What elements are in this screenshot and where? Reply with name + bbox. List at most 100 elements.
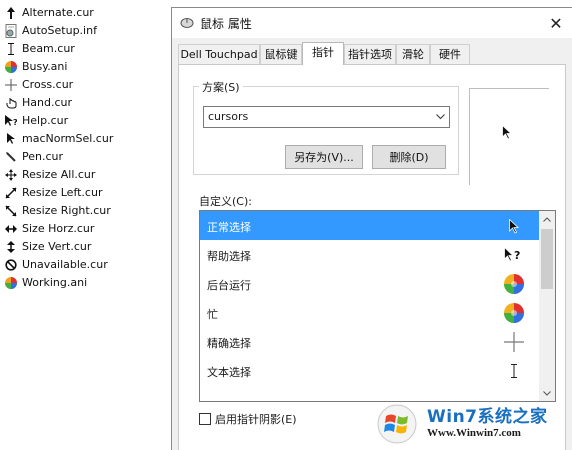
list-item-label: 后台运行 <box>207 279 251 292</box>
file-name: Cross.cur <box>22 78 74 91</box>
busy-wheel-icon <box>4 59 18 75</box>
file-item[interactable]: macNormSel.cur <box>0 130 170 148</box>
list-item[interactable]: 精确选择 <box>200 327 540 356</box>
chevron-down-icon[interactable] <box>431 107 449 127</box>
file-name: Size Vert.cur <box>22 240 92 253</box>
resize-diagonal-icon <box>4 185 18 201</box>
file-item[interactable]: Size Horz.cur <box>0 220 170 238</box>
scheme-label: 方案(S) <box>199 79 243 95</box>
scroll-thumb[interactable] <box>541 229 553 289</box>
file-item[interactable]: Working.ani <box>0 274 170 292</box>
mouse-icon <box>180 17 194 29</box>
file-item[interactable]: Pen.cur <box>0 148 170 166</box>
svg-text:?: ? <box>514 249 520 262</box>
save-as-button[interactable]: 另存为(V)... <box>285 145 363 169</box>
unavailable-icon <box>4 257 18 273</box>
move-icon <box>4 167 18 183</box>
list-scrollbar[interactable] <box>539 211 555 401</box>
list-item[interactable]: 正常选择 <box>200 211 540 240</box>
pointer-shadow-label: 启用指针阴影(E) <box>215 413 297 426</box>
file-name: Size Horz.cur <box>22 222 95 235</box>
crosshair-icon <box>502 330 526 354</box>
list-item-label: 忙 <box>207 308 218 321</box>
list-item[interactable]: 文本选择 <box>200 356 540 385</box>
file-name: Hand.cur <box>22 96 73 109</box>
svg-text:?: ? <box>13 118 17 127</box>
file-name: AutoSetup.inf <box>22 24 97 37</box>
file-name: Resize All.cur <box>22 168 96 181</box>
tab-pointer-options[interactable]: 指针选项 <box>344 44 396 64</box>
watermark-url: Www.Winwin7.com <box>427 427 521 439</box>
crosshair-icon <box>4 77 18 93</box>
close-button[interactable]: ✕ <box>544 11 568 35</box>
tab-bar: Dell Touchpad 鼠标键 指针 指针选项 滑轮 硬件 <box>178 42 568 65</box>
tab-wheel[interactable]: 滑轮 <box>396 44 430 64</box>
tab-hardware[interactable]: 硬件 <box>430 44 470 64</box>
list-item-label: 精确选择 <box>207 337 251 350</box>
file-name: Busy.ani <box>22 60 68 73</box>
file-item[interactable]: Resize Right.cur <box>0 202 170 220</box>
file-item[interactable]: Resize All.cur <box>0 166 170 184</box>
file-item[interactable]: AutoSetup.inf <box>0 22 170 40</box>
delete-button[interactable]: 删除(D) <box>372 145 446 169</box>
cursor-preview <box>469 88 549 185</box>
resize-horizontal-icon <box>4 221 18 237</box>
list-item-label: 文本选择 <box>207 366 251 379</box>
file-name: Alternate.cur <box>22 6 94 19</box>
title-bar[interactable]: 鼠标 属性 ✕ <box>172 8 572 38</box>
arrow-pointer-icon <box>502 124 513 143</box>
list-item[interactable]: 后台运行 <box>200 269 540 298</box>
checkbox-box[interactable] <box>199 413 211 425</box>
file-item[interactable]: Resize Left.cur <box>0 184 170 202</box>
file-name: Resize Right.cur <box>22 204 111 217</box>
list-item-label: 正常选择 <box>207 221 251 234</box>
arrow-pointer-icon <box>502 214 526 238</box>
pointers-panel: 方案(S) cursors 另存为(V)... 删除(D) 自定义(C): 正常… <box>178 64 566 450</box>
file-name: Beam.cur <box>22 42 75 55</box>
file-item[interactable]: Cross.cur <box>0 76 170 94</box>
file-item[interactable]: Size Vert.cur <box>0 238 170 256</box>
file-name: Unavailable.cur <box>22 258 108 271</box>
cursor-listbox[interactable]: 正常选择 帮助选择 ? 后台运行 忙 精确选择 文本选择 <box>199 210 556 402</box>
scroll-down-icon[interactable] <box>539 385 555 401</box>
watermark: Win7系统之家 Www.Winwin7.com <box>375 400 571 448</box>
busy-wheel-icon <box>502 301 526 325</box>
scheme-select[interactable]: cursors <box>203 106 450 128</box>
help-cursor-icon: ? <box>4 113 18 129</box>
cursor-file-list: Alternate.cur AutoSetup.inf Beam.cur Bus… <box>0 4 170 292</box>
file-item[interactable]: Hand.cur <box>0 94 170 112</box>
tab-dell-touchpad[interactable]: Dell Touchpad <box>178 44 260 64</box>
mouse-properties-dialog: 鼠标 属性 ✕ Dell Touchpad 鼠标键 指针 指针选项 滑轮 硬件 … <box>171 7 572 450</box>
scroll-up-icon[interactable] <box>539 211 555 227</box>
file-name: Help.cur <box>22 114 69 127</box>
tab-mouse-buttons[interactable]: 鼠标键 <box>260 44 302 64</box>
watermark-title: Win7系统之家 <box>427 407 548 427</box>
arrow-pointer-icon <box>4 131 18 147</box>
settings-file-icon <box>4 23 18 39</box>
file-name: macNormSel.cur <box>22 132 114 145</box>
list-item-label: 帮助选择 <box>207 250 251 263</box>
busy-wheel-icon <box>502 272 526 296</box>
list-item[interactable]: 忙 <box>200 298 540 327</box>
text-beam-icon <box>4 41 18 57</box>
help-cursor-icon: ? <box>502 243 526 267</box>
file-name: Resize Left.cur <box>22 186 103 199</box>
tab-pointers[interactable]: 指针 <box>302 42 344 65</box>
file-name: Working.ani <box>22 276 88 289</box>
windows-logo-icon <box>377 404 417 444</box>
customize-label: 自定义(C): <box>199 195 252 208</box>
list-item[interactable]: 帮助选择 ? <box>200 240 540 269</box>
dialog-title: 鼠标 属性 <box>200 17 252 31</box>
busy-wheel-icon <box>4 275 18 291</box>
text-beam-icon <box>502 359 526 383</box>
file-item[interactable]: ? Help.cur <box>0 112 170 130</box>
file-item[interactable]: Unavailable.cur <box>0 256 170 274</box>
arrow-up-icon <box>4 5 18 21</box>
hand-icon <box>4 95 18 111</box>
file-item[interactable]: Alternate.cur <box>0 4 170 22</box>
scheme-value: cursors <box>208 110 249 123</box>
pointer-shadow-checkbox[interactable]: 启用指针阴影(E) <box>199 411 297 427</box>
file-item[interactable]: Busy.ani <box>0 58 170 76</box>
resize-vertical-icon <box>4 239 18 255</box>
file-item[interactable]: Beam.cur <box>0 40 170 58</box>
